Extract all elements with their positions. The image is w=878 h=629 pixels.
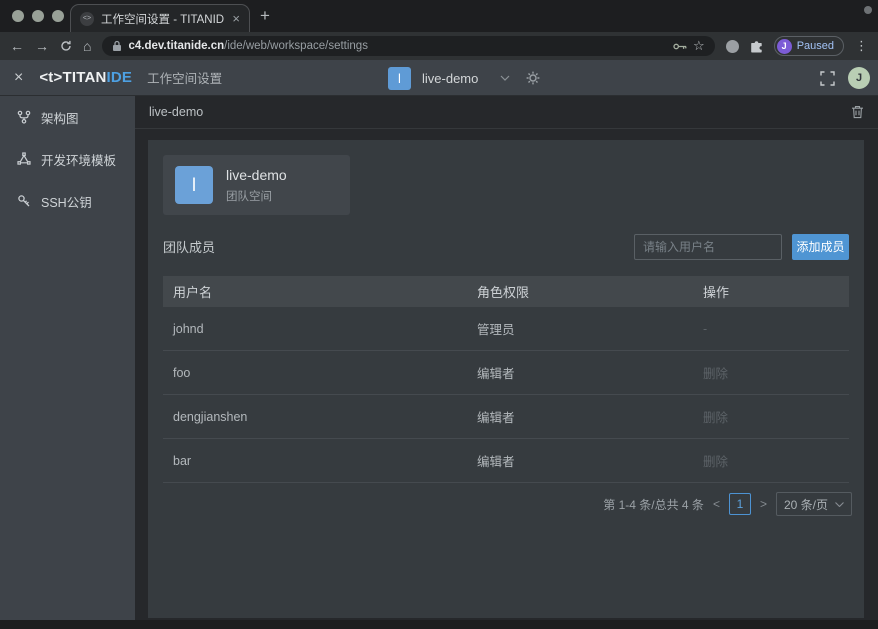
back-icon[interactable]: ← [10,39,24,53]
lock-icon [112,40,122,52]
delete-member-link[interactable]: 删除 [703,451,849,470]
members-toolbar: 团队成员 添加成员 [163,233,849,260]
delete-member-link[interactable]: 删除 [703,407,849,426]
url-domain: c4.dev.titanide.cn [128,40,224,52]
home-icon[interactable]: ⌂ [83,39,91,53]
extension-circle-icon[interactable] [726,40,739,53]
members-section-title: 团队成员 [163,237,634,256]
pagination: 第 1-4 条/总共 4 条 < 1 > 20 条/页 [603,492,852,516]
col-header-username: 用户名 [163,282,477,301]
cell-role: 编辑者 [477,407,703,426]
reload-icon[interactable] [60,40,72,52]
pagination-summary: 第 1-4 条/总共 4 条 [603,496,704,513]
tab-strip-dot-icon [864,6,872,14]
page-title: 工作空间设置 [147,68,222,87]
table-row: foo 编辑者 删除 [163,351,849,395]
key-icon [17,194,31,208]
workspace-card: l live-demo 团队空间 [163,155,350,215]
sidebar-item-label: 架构图 [41,108,79,127]
delete-member-link[interactable]: 删除 [703,363,849,382]
table-row: bar 编辑者 删除 [163,439,849,483]
workspace-name: live-demo [422,71,478,86]
sidebar-item-architecture[interactable]: 架构图 [0,96,135,138]
user-avatar[interactable]: J [848,67,870,89]
branch-icon [17,110,31,124]
workspace-card-avatar: l [175,166,213,204]
window-close-button[interactable] [12,10,24,22]
page-size-select[interactable]: 20 条/页 [776,492,852,516]
content-header: live-demo [135,96,878,129]
browser-menu-icon[interactable]: ⋮ [855,38,868,54]
password-key-icon[interactable] [673,42,687,51]
sidebar: 架构图 开发环境模板 SSH公钥 [0,96,135,620]
sidebar-item-label: SSH公钥 [41,192,92,211]
workspace-avatar: l [388,67,411,90]
page-number-button[interactable]: 1 [729,493,751,515]
bookmark-star-icon[interactable]: ☆ [693,38,705,54]
content-area: l live-demo 团队空间 团队成员 添加成员 用户名 角色权限 操作 j… [135,129,878,620]
content-breadcrumb: live-demo [149,105,851,119]
new-tab-button[interactable]: + [260,6,270,26]
sidebar-item-dev-template[interactable]: 开发环境模板 [0,138,135,180]
cell-username: dengjianshen [163,410,477,424]
forward-icon[interactable]: → [35,39,49,53]
address-bar[interactable]: c4.dev.titanide.cn/ide/web/workspace/set… [102,36,714,56]
cell-action: - [703,322,849,336]
logo-mark: <t> [39,69,62,86]
extensions-puzzle-icon[interactable] [750,40,763,53]
url-path: /ide/web/workspace/settings [224,40,368,52]
workspace-card-name: live-demo [226,167,287,183]
prev-page-icon[interactable]: < [713,497,720,511]
cell-username: foo [163,366,477,380]
gear-icon[interactable] [526,71,540,85]
delete-workspace-trash-icon[interactable] [851,105,864,119]
cell-username: johnd [163,322,477,336]
url-text: c4.dev.titanide.cn/ide/web/workspace/set… [128,40,367,52]
add-member-button[interactable]: 添加成员 [792,234,849,260]
app-logo: <t>TITANIDE [39,69,132,86]
app-close-icon[interactable]: × [14,69,23,87]
cell-role: 编辑者 [477,451,703,470]
workspace-selector[interactable]: l live-demo [388,60,540,96]
col-header-action: 操作 [703,282,849,301]
header-right-group: J [820,60,870,96]
col-header-role: 角色权限 [477,282,703,301]
page-size-value: 20 条/页 [784,496,828,513]
chevron-down-icon [835,502,844,507]
next-page-icon[interactable]: > [760,497,767,511]
window-bottom-edge [0,620,878,629]
members-table: 用户名 角色权限 操作 johnd 管理员 - foo 编辑者 删除 dengj… [163,276,849,483]
window-controls [12,10,64,22]
window-minimize-button[interactable] [32,10,44,22]
logo-name: TITAN [62,69,106,86]
sidebar-item-label: 开发环境模板 [41,150,116,169]
table-row: dengjianshen 编辑者 删除 [163,395,849,439]
browser-profile-chip[interactable]: J Paused [774,36,844,56]
table-header-row: 用户名 角色权限 操作 [163,276,849,307]
browser-tab-strip: <> 工作空间设置 - TITANIDE × + [0,0,878,32]
tab-close-icon[interactable]: × [232,12,240,25]
window-zoom-button[interactable] [52,10,64,22]
browser-toolbar: ← → ⌂ c4.dev.titanide.cn/ide/web/workspa… [0,32,878,60]
sidebar-item-ssh-key[interactable]: SSH公钥 [0,180,135,222]
cell-role: 编辑者 [477,363,703,382]
fullscreen-icon[interactable] [820,71,835,86]
profile-status-label: Paused [797,40,834,52]
browser-tab[interactable]: <> 工作空间设置 - TITANIDE × [70,4,250,32]
cell-username: bar [163,454,477,468]
chevron-down-icon[interactable] [500,75,510,81]
profile-avatar: J [777,39,792,54]
workspace-card-type: 团队空间 [226,188,287,204]
cell-role: 管理员 [477,319,703,338]
tab-title: 工作空间设置 - TITANIDE [101,11,225,27]
table-row: johnd 管理员 - [163,307,849,351]
username-input[interactable] [634,234,782,260]
logo-suffix: IDE [107,69,133,86]
settings-panel: l live-demo 团队空间 团队成员 添加成员 用户名 角色权限 操作 j… [148,140,864,618]
template-triangle-icon [17,152,31,166]
tab-favicon-icon: <> [80,12,94,26]
